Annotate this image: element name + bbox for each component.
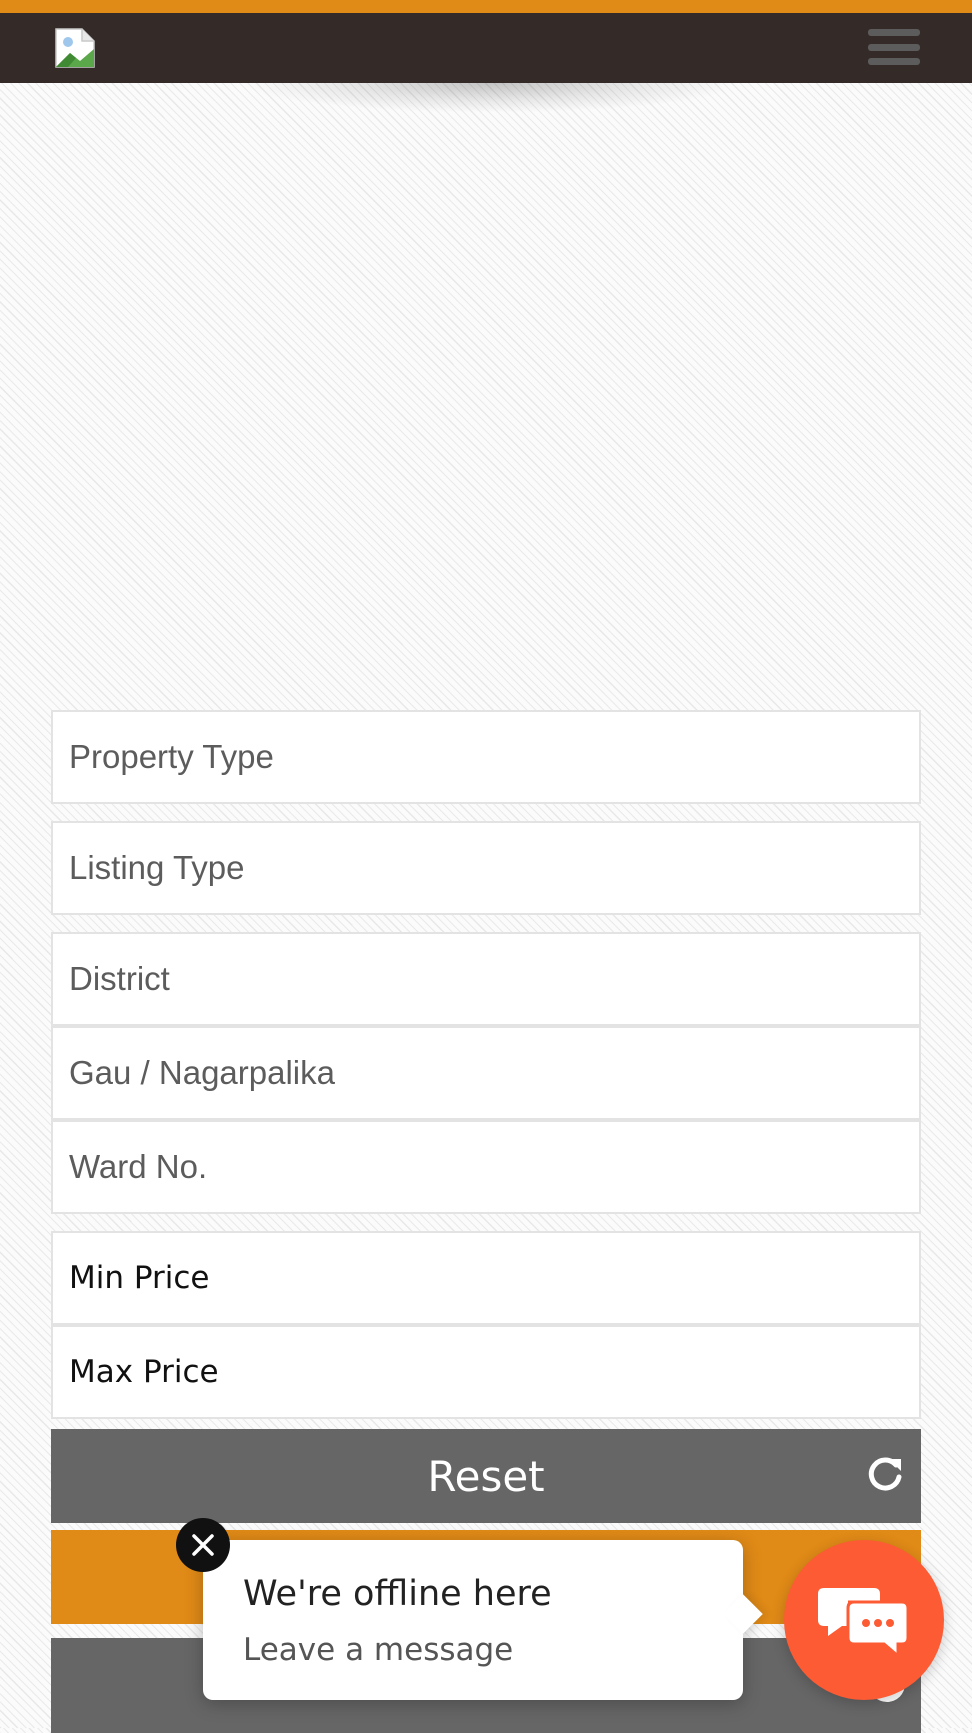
hamburger-menu-icon[interactable]: [868, 27, 920, 67]
navbar-shadow: [240, 83, 740, 113]
gau-nagarpalika-placeholder: Gau / Nagarpalika: [69, 1054, 335, 1091]
chat-launcher-button[interactable]: [784, 1540, 944, 1700]
min-price-placeholder: Min Price: [69, 1260, 210, 1296]
property-type-select[interactable]: Property Type: [51, 710, 921, 804]
menu-bar-middle: [868, 43, 920, 51]
gau-nagarpalika-select[interactable]: Gau / Nagarpalika: [51, 1026, 921, 1120]
listing-type-placeholder: Listing Type: [69, 849, 245, 886]
reset-button[interactable]: Reset: [51, 1429, 921, 1523]
chat-close-button[interactable]: [176, 1518, 230, 1572]
top-accent-bar: [0, 0, 972, 13]
district-select[interactable]: District: [51, 932, 921, 1026]
district-placeholder: District: [69, 960, 170, 997]
listing-type-select[interactable]: Listing Type: [51, 821, 921, 915]
navbar: [0, 13, 972, 83]
reset-button-label: Reset: [427, 1451, 545, 1501]
chat-bubbles-icon: [818, 1588, 910, 1660]
ward-no-placeholder: Ward No.: [69, 1148, 208, 1185]
chat-offline-message-card[interactable]: We're offline here Leave a message: [203, 1540, 763, 1700]
property-type-placeholder: Property Type: [69, 738, 274, 775]
close-icon: [192, 1534, 214, 1556]
chat-offline-title: We're offline here: [243, 1574, 552, 1614]
ward-no-select[interactable]: Ward No.: [51, 1120, 921, 1214]
chat-leave-message-link[interactable]: Leave a message: [243, 1632, 513, 1668]
min-price-input[interactable]: Min Price: [51, 1231, 921, 1325]
refresh-icon: [868, 1457, 902, 1491]
menu-bar-top: [868, 29, 920, 36]
max-price-placeholder: Max Price: [69, 1354, 219, 1390]
site-logo-broken-image-icon[interactable]: [54, 27, 96, 69]
menu-bar-bottom: [868, 58, 920, 65]
max-price-input[interactable]: Max Price: [51, 1325, 921, 1419]
